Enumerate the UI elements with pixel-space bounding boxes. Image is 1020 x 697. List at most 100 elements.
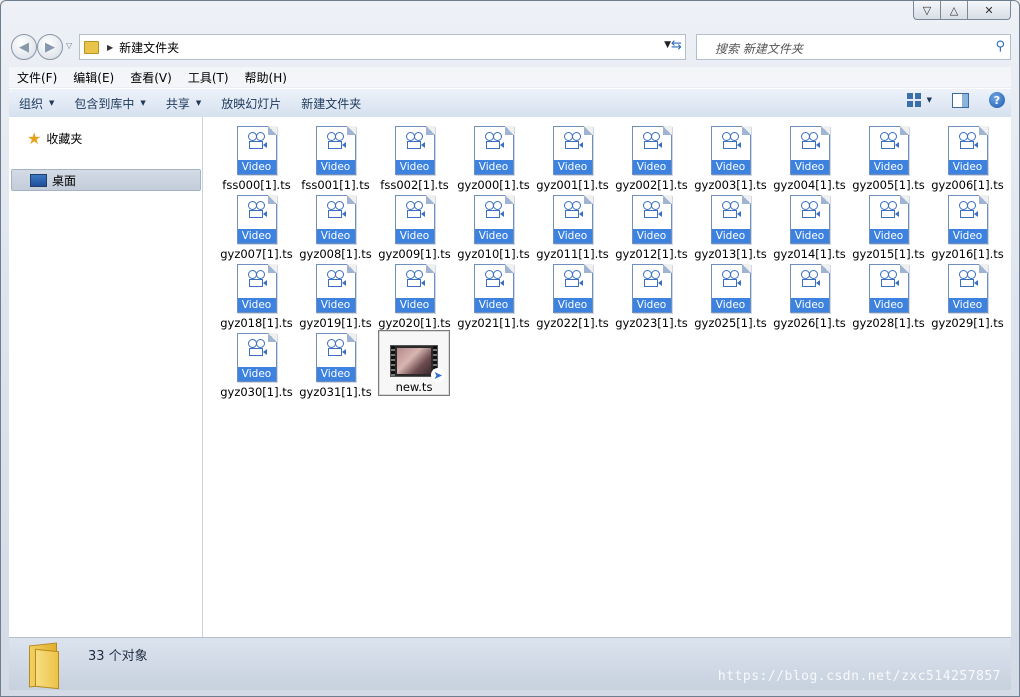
nav-item-favorites[interactable]: ★ 收藏夹 [27,129,82,148]
breadcrumb-separator-icon[interactable]: ▶ [107,43,113,52]
item-count: 33 个对象 [88,649,148,664]
minimize-button[interactable]: ▽ [913,1,941,20]
file-item[interactable]: Video gyz000[1].ts [454,123,533,192]
file-item[interactable]: Video gyz023[1].ts [612,261,691,330]
star-icon: ★ [27,129,42,148]
file-name: gyz011[1].ts [536,247,609,261]
file-name: gyz028[1].ts [852,316,925,330]
file-item[interactable]: Video gyz010[1].ts [454,192,533,261]
menu-help[interactable]: 帮助(H) [237,69,295,86]
search-icon[interactable]: ⚲ [995,39,1005,54]
file-item[interactable]: Video gyz005[1].ts [849,123,928,192]
file-item[interactable]: Video gyz004[1].ts [770,123,849,192]
refresh-icon[interactable]: ⇆ [671,38,682,53]
file-item[interactable]: Video gyz008[1].ts [296,192,375,261]
video-file-icon: Video [631,195,672,244]
video-file-icon: Video [789,195,830,244]
video-file-icon: Video [710,126,751,175]
file-item[interactable]: Video gyz020[1].ts [375,261,454,330]
video-file-icon: Video [315,264,356,313]
video-camera-icon [879,270,899,287]
file-item[interactable]: Video gyz007[1].ts [217,192,296,261]
video-camera-icon [958,132,978,149]
video-badge: Video [632,229,671,243]
include-in-library-button[interactable]: 包含到库中 ▼ [64,95,155,112]
navigation-pane: ★ 收藏夹 桌面 [9,117,203,637]
breadcrumb-current-folder[interactable]: 新建文件夹 [119,39,179,56]
video-file-icon: Video [710,195,751,244]
file-item[interactable]: Video gyz002[1].ts [612,123,691,192]
explorer-window: ▽ △ ✕ ◀ ▶ ▽ ▶ 新建文件夹 ▼ ⇆ 搜索 新建文件夹 ⚲ 文件(F)… [0,0,1020,697]
file-item[interactable]: Video gyz001[1].ts [533,123,612,192]
menu-file[interactable]: 文件(F) [9,69,65,86]
file-item[interactable]: Video gyz028[1].ts [849,261,928,330]
address-bar[interactable]: ▶ 新建文件夹 ▼ [79,34,686,60]
menu-view[interactable]: 查看(V) [122,69,180,86]
file-item[interactable]: Video gyz026[1].ts [770,261,849,330]
video-camera-icon [879,201,899,218]
new-folder-button[interactable]: 新建文件夹 [291,95,371,112]
help-icon[interactable]: ? [989,92,1005,108]
slideshow-label: 放映幻灯片 [221,96,282,111]
file-item[interactable]: Video gyz006[1].ts [928,123,1007,192]
video-badge: Video [237,229,276,243]
video-camera-icon [326,132,346,149]
file-item[interactable]: Video gyz018[1].ts [217,261,296,330]
menu-edit[interactable]: 编辑(E) [65,69,122,86]
video-file-icon: Video [473,264,514,313]
address-dropdown-icon[interactable]: ▼ [664,40,671,50]
close-button[interactable]: ✕ [968,1,1011,20]
slideshow-button[interactable]: 放映幻灯片 [211,95,291,112]
file-item[interactable]: Video gyz031[1].ts [296,330,375,399]
toolbar-right: ▼ ? [906,92,1005,108]
file-name: gyz022[1].ts [536,316,609,330]
file-item[interactable]: Video gyz011[1].ts [533,192,612,261]
file-item[interactable]: Video gyz009[1].ts [375,192,454,261]
file-grid: Video fss000[1].ts Video fss001[1].ts Video f… [217,123,1007,399]
file-item[interactable]: Video fss002[1].ts [375,123,454,192]
file-item[interactable]: Video gyz025[1].ts [691,261,770,330]
video-badge: Video [869,229,908,243]
file-name: gyz015[1].ts [852,247,925,261]
video-badge: Video [474,229,513,243]
nav-item-desktop[interactable]: 桌面 [11,169,201,191]
folder-icon [84,40,99,54]
desktop-icon [30,173,47,187]
organize-button[interactable]: 组织 ▼ [9,95,64,112]
video-badge: Video [395,229,434,243]
preview-pane-icon[interactable] [952,92,969,108]
file-item[interactable]: Video gyz015[1].ts [849,192,928,261]
video-camera-icon [721,201,741,218]
file-name: gyz021[1].ts [457,316,530,330]
change-view-icon[interactable] [906,93,921,107]
forward-button[interactable]: ▶ [37,34,63,60]
file-item[interactable]: Video gyz013[1].ts [691,192,770,261]
menu-tools[interactable]: 工具(T) [180,69,237,86]
file-item[interactable]: Video fss001[1].ts [296,123,375,192]
video-file-icon: Video [473,126,514,175]
share-button[interactable]: 共享 ▼ [156,95,211,112]
recent-pages-dropdown[interactable]: ▽ [66,41,72,50]
file-item[interactable]: Video gyz012[1].ts [612,192,691,261]
search-input[interactable]: 搜索 新建文件夹 ⚲ [696,34,1011,60]
video-file-icon: Video [710,264,751,313]
file-item[interactable]: Video gyz003[1].ts [691,123,770,192]
file-item[interactable]: Video gyz016[1].ts [928,192,1007,261]
file-item[interactable]: Video gyz021[1].ts [454,261,533,330]
file-item[interactable]: Video gyz022[1].ts [533,261,612,330]
video-camera-icon [405,201,425,218]
view-dropdown-icon[interactable]: ▼ [927,96,932,104]
video-camera-icon [642,270,662,287]
back-button[interactable]: ◀ [11,34,37,60]
file-item-selected[interactable]: ➤ new.ts [378,330,450,396]
maximize-button[interactable]: △ [941,1,968,20]
watermark: https://blog.csdn.net/zxc514257857 [717,669,1001,684]
file-item[interactable]: Video gyz014[1].ts [770,192,849,261]
file-item[interactable]: Video gyz030[1].ts [217,330,296,399]
file-item[interactable]: Video fss000[1].ts [217,123,296,192]
video-badge: Video [948,229,987,243]
video-camera-icon [879,132,899,149]
file-item[interactable]: Video gyz029[1].ts [928,261,1007,330]
file-item[interactable]: Video gyz019[1].ts [296,261,375,330]
file-name: gyz029[1].ts [931,316,1004,330]
